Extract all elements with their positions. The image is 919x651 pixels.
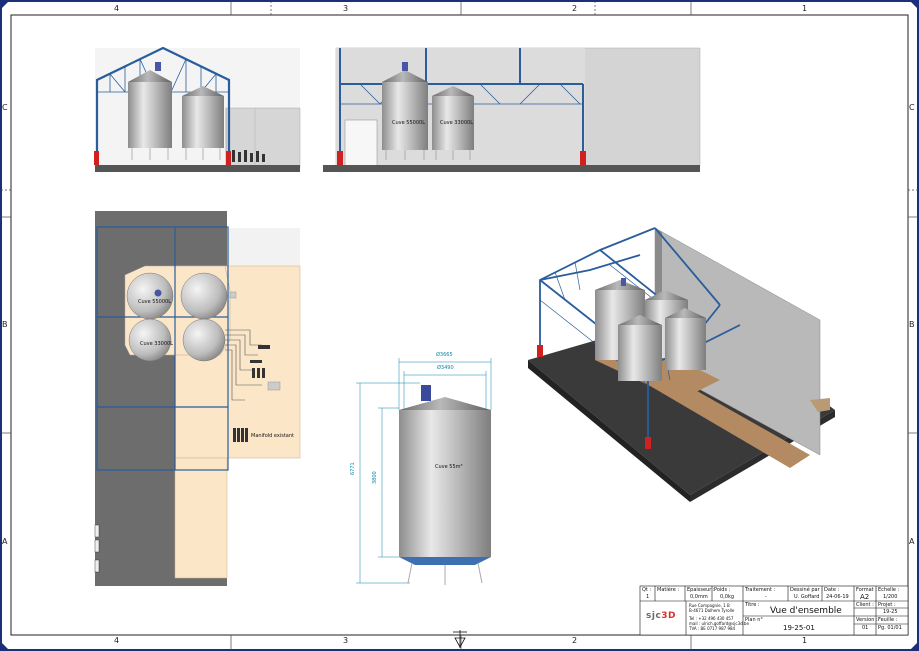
zone-label-top-2: 2: [572, 4, 578, 13]
company-logo-left: sjc: [646, 611, 662, 621]
zone-label-top-3: 3: [343, 4, 349, 13]
tb-plan-label: Plan n°: [745, 617, 763, 623]
detail-tank-label: Cuve 55m³: [435, 464, 463, 470]
dim-shell-height: 3800: [372, 471, 378, 484]
tb-project-value: 19-25: [883, 609, 898, 615]
front-elevation-view: [323, 47, 701, 172]
tb-sheet-label: Feuille :: [878, 617, 898, 623]
corner-mark-br: [910, 642, 918, 650]
tb-scale-value: 1/200: [883, 594, 898, 600]
tb-treatment-label: Traitement :: [745, 587, 776, 593]
top-tank-label-33000: Cuve 33000L: [140, 341, 173, 347]
drawing-sheet: [0, 0, 919, 651]
company-logo-right: 3D: [661, 611, 677, 621]
tb-scale-label: Echelle :: [878, 587, 900, 593]
dim-inner-diameter: Ø3490: [437, 365, 454, 371]
company-logo: sjc3D: [646, 611, 676, 621]
tb-version-label: Version :: [856, 617, 878, 623]
zone-label-left-c: C: [2, 103, 8, 112]
tb-date-label: Date :: [824, 587, 840, 593]
zone-label-top-1: 1: [802, 4, 808, 13]
manifold-label: Manifold existant: [251, 433, 295, 439]
zone-label-right-b: B: [909, 320, 915, 329]
tb-format-value: A2: [860, 593, 870, 601]
tb-thickness-value: 0,0mm: [690, 594, 708, 600]
dim-outer-diameter: Ø3665: [436, 352, 453, 358]
zone-label-left-a: A: [2, 537, 8, 546]
tb-date-value: 24-06-19: [826, 594, 849, 600]
tb-drawn-by-value: U. Goffard: [794, 594, 820, 600]
zone-label-left-b: B: [2, 320, 8, 329]
tb-version-value: 01: [862, 625, 869, 631]
tb-client-label: Client :: [856, 602, 874, 608]
zone-label-right-a: A: [909, 537, 915, 546]
front-tank-label-55000: Cuve 55000L: [392, 120, 425, 126]
tb-treatment-value: -: [765, 594, 767, 600]
corner-mark-tl: [1, 1, 9, 9]
tb-company-line5: TVA : BE 0717 987 984: [689, 626, 736, 631]
zone-label-right-c: C: [909, 103, 915, 112]
center-mark-icon: [453, 630, 467, 648]
zone-label-top-4: 4: [114, 4, 120, 13]
tb-company-line2: B-4671 Dalhem Tyrolle: [689, 608, 735, 613]
tb-plan-value: 19-25-01: [783, 624, 815, 632]
top-view: [94, 211, 301, 586]
side-elevation-view: [94, 46, 301, 172]
tb-sheet-value: Pg. 01/01: [878, 625, 902, 631]
top-tank-label-55000: Cuve 55000L: [138, 299, 171, 305]
tb-weight-value: 0,0kg: [720, 594, 735, 600]
front-tank-label-33000: Cuve 33000L: [440, 120, 473, 126]
tb-drawn-by-label: Dessiné par :: [790, 587, 823, 593]
tb-thickness-label: Epaisseur :: [687, 587, 715, 593]
zone-label-bottom-3: 3: [343, 636, 349, 645]
corner-mark-tr: [910, 1, 918, 9]
tb-qty-label: Qt :: [642, 587, 652, 593]
tb-qty-value: 1: [646, 594, 650, 600]
zone-label-bottom-1: 1: [802, 636, 808, 645]
dim-total-height: 6771: [350, 462, 356, 475]
isometric-view: [528, 227, 835, 502]
corner-mark-bl: [1, 642, 9, 650]
zone-label-bottom-4: 4: [114, 636, 120, 645]
tb-material-label: Matière :: [657, 587, 680, 593]
zone-label-bottom-2: 2: [572, 636, 578, 645]
tb-weight-label: Poids :: [714, 587, 731, 593]
tb-title-value: Vue d'ensemble: [770, 606, 842, 616]
tb-title-label: Titre :: [745, 602, 760, 608]
tb-project-label: Projet :: [878, 602, 896, 608]
